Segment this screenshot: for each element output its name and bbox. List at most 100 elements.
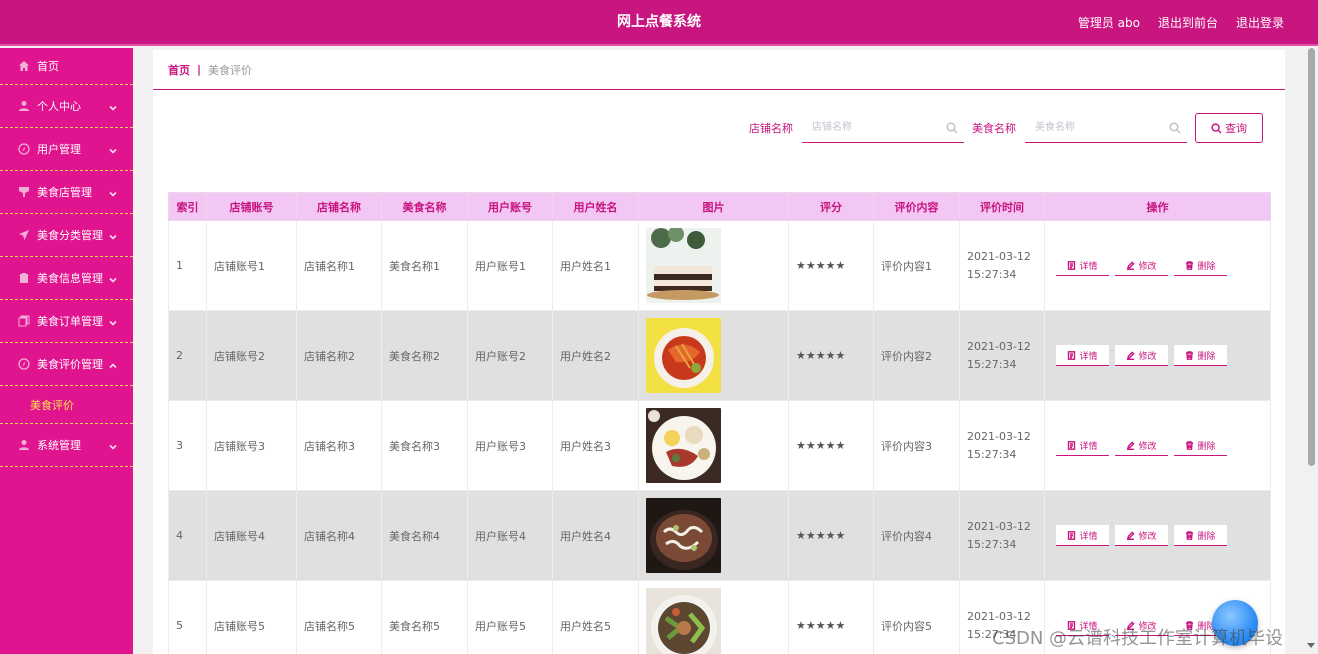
cell-review-time: 2021-03-12 15:27:34 bbox=[959, 490, 1045, 581]
cell-user-account: 用户账号1 bbox=[467, 220, 553, 311]
shop-name-field bbox=[802, 113, 964, 143]
search-icon bbox=[1169, 122, 1181, 134]
edit-icon bbox=[1127, 440, 1136, 450]
home-icon bbox=[18, 60, 30, 72]
detail-button-label: 详情 bbox=[1079, 441, 1098, 452]
trash-icon bbox=[1186, 350, 1194, 360]
search-icon bbox=[1211, 122, 1222, 134]
cell-shop-name: 店铺名称2 bbox=[296, 310, 382, 401]
page-scrollbar[interactable] bbox=[1304, 46, 1318, 654]
delete-button-label: 删除 bbox=[1197, 351, 1216, 362]
document-icon bbox=[1068, 440, 1076, 450]
breadcrumb-current: 美食评价 bbox=[208, 63, 253, 77]
cell-index: 5 bbox=[168, 580, 207, 654]
col-header: 店铺名称 bbox=[296, 192, 382, 221]
cell-user-name: 用户姓名5 bbox=[552, 580, 639, 654]
edit-button[interactable]: 修改 bbox=[1115, 525, 1168, 546]
col-header: 店铺账号 bbox=[206, 192, 297, 221]
sidebar-item-users[interactable]: 用户管理 bbox=[0, 128, 133, 171]
cell-shop-account: 店铺账号1 bbox=[206, 220, 297, 311]
cell-review-content: 评价内容2 bbox=[873, 310, 960, 401]
detail-button[interactable]: 详情 bbox=[1056, 525, 1109, 546]
food-image[interactable] bbox=[646, 408, 788, 483]
edit-button-label: 修改 bbox=[1138, 351, 1157, 362]
detail-button-label: 详情 bbox=[1079, 351, 1098, 362]
detail-button[interactable]: 详情 bbox=[1056, 345, 1109, 366]
food-image[interactable] bbox=[646, 228, 788, 303]
breadcrumb-separator: | bbox=[197, 63, 202, 76]
cell-index: 2 bbox=[168, 310, 207, 401]
rating-stars: ★★★★★ bbox=[796, 619, 846, 632]
cell-shop-account: 店铺账号4 bbox=[206, 490, 297, 581]
edit-button[interactable]: 修改 bbox=[1115, 435, 1168, 456]
col-header: 索引 bbox=[168, 192, 207, 221]
detail-button-label: 详情 bbox=[1079, 261, 1098, 272]
cell-user-name: 用户姓名3 bbox=[552, 400, 639, 491]
compass-icon bbox=[18, 143, 30, 155]
sidebar-item-orders[interactable]: 美食订单管理 bbox=[0, 300, 133, 343]
watermark: CSDN @云谱科技工作室计算机毕设 bbox=[992, 628, 1284, 649]
cell-food-image bbox=[638, 310, 789, 401]
sidebar-item-shops[interactable]: 美食店管理 bbox=[0, 171, 133, 214]
delete-button[interactable]: 删除 bbox=[1174, 255, 1227, 276]
cell-actions: 详情 修改 删除 bbox=[1044, 490, 1271, 581]
back-to-front-link[interactable]: 退出到前台 bbox=[1158, 14, 1218, 31]
food-image[interactable] bbox=[646, 318, 788, 393]
cell-food-image bbox=[638, 400, 789, 491]
chevron-down-icon bbox=[109, 317, 117, 326]
sidebar-item-system[interactable]: 系统管理 bbox=[0, 424, 133, 467]
cell-rating: ★★★★★ bbox=[788, 490, 874, 581]
edit-button-label: 修改 bbox=[1138, 531, 1157, 542]
cell-food-image bbox=[638, 580, 789, 654]
sidebar-item-label: 系统管理 bbox=[37, 439, 81, 452]
sidebar-subitem-reviews[interactable]: 美食评价 bbox=[0, 386, 133, 424]
sidebar-item-food-info[interactable]: 美食信息管理 bbox=[0, 257, 133, 300]
detail-button[interactable]: 详情 bbox=[1056, 255, 1109, 276]
shop-name-input[interactable] bbox=[802, 113, 964, 142]
food-image[interactable] bbox=[646, 498, 788, 573]
edit-button-label: 修改 bbox=[1138, 261, 1157, 272]
chevron-down-icon bbox=[109, 145, 117, 154]
sidebar-item-categories[interactable]: 美食分类管理 bbox=[0, 214, 133, 257]
breadcrumb-home[interactable]: 首页 bbox=[168, 62, 190, 78]
cell-food-name: 美食名称4 bbox=[381, 490, 468, 581]
cell-user-account: 用户账号4 bbox=[467, 490, 553, 581]
sidebar-item-reviews[interactable]: 美食评价管理 bbox=[0, 343, 133, 386]
sidebar-item-label: 美食评价管理 bbox=[37, 358, 103, 371]
cell-review-content: 评价内容1 bbox=[873, 220, 960, 311]
cell-rating: ★★★★★ bbox=[788, 400, 874, 491]
delete-button-label: 删除 bbox=[1197, 441, 1216, 452]
cell-food-image bbox=[638, 220, 789, 311]
edit-button[interactable]: 修改 bbox=[1115, 255, 1168, 276]
detail-button[interactable]: 详情 bbox=[1056, 435, 1109, 456]
food-image[interactable] bbox=[646, 588, 788, 654]
sidebar-item-profile[interactable]: 个人中心 bbox=[0, 85, 133, 128]
sidebar-item-label: 个人中心 bbox=[37, 100, 81, 113]
cell-review-time: 2021-03-12 15:27:34 bbox=[959, 220, 1045, 311]
rating-stars: ★★★★★ bbox=[796, 439, 846, 452]
cell-actions: 详情 修改 删除 bbox=[1044, 400, 1271, 491]
trash-icon bbox=[1186, 530, 1194, 540]
document-icon bbox=[1068, 530, 1076, 540]
sidebar-item-home[interactable]: 首页 bbox=[0, 48, 133, 85]
query-button[interactable]: 查询 bbox=[1195, 113, 1263, 143]
cell-review-content: 评价内容5 bbox=[873, 580, 960, 654]
chevron-down-icon bbox=[109, 274, 117, 283]
scroll-down-arrow[interactable] bbox=[1307, 643, 1315, 648]
food-name-input[interactable] bbox=[1025, 113, 1187, 142]
col-header: 图片 bbox=[638, 192, 789, 221]
edit-button[interactable]: 修改 bbox=[1115, 345, 1168, 366]
cell-index: 3 bbox=[168, 400, 207, 491]
top-header: 网上点餐系统 管理员 abo 退出到前台 退出登录 bbox=[0, 0, 1318, 46]
delete-button[interactable]: 删除 bbox=[1174, 435, 1227, 456]
scrollbar-thumb[interactable] bbox=[1308, 48, 1315, 466]
cell-user-name: 用户姓名1 bbox=[552, 220, 639, 311]
logout-link[interactable]: 退出登录 bbox=[1236, 14, 1284, 31]
col-header: 操作 bbox=[1044, 192, 1271, 221]
sidebar: 首页 个人中心 用户管理 美食店管理 美食分类管理 美食信息管理 美食订单管理 … bbox=[0, 48, 133, 654]
delete-button[interactable]: 删除 bbox=[1174, 525, 1227, 546]
delete-button[interactable]: 删除 bbox=[1174, 345, 1227, 366]
cell-food-name: 美食名称2 bbox=[381, 310, 468, 401]
trash-icon bbox=[1186, 440, 1194, 450]
shop-name-label: 店铺名称 bbox=[749, 122, 793, 135]
